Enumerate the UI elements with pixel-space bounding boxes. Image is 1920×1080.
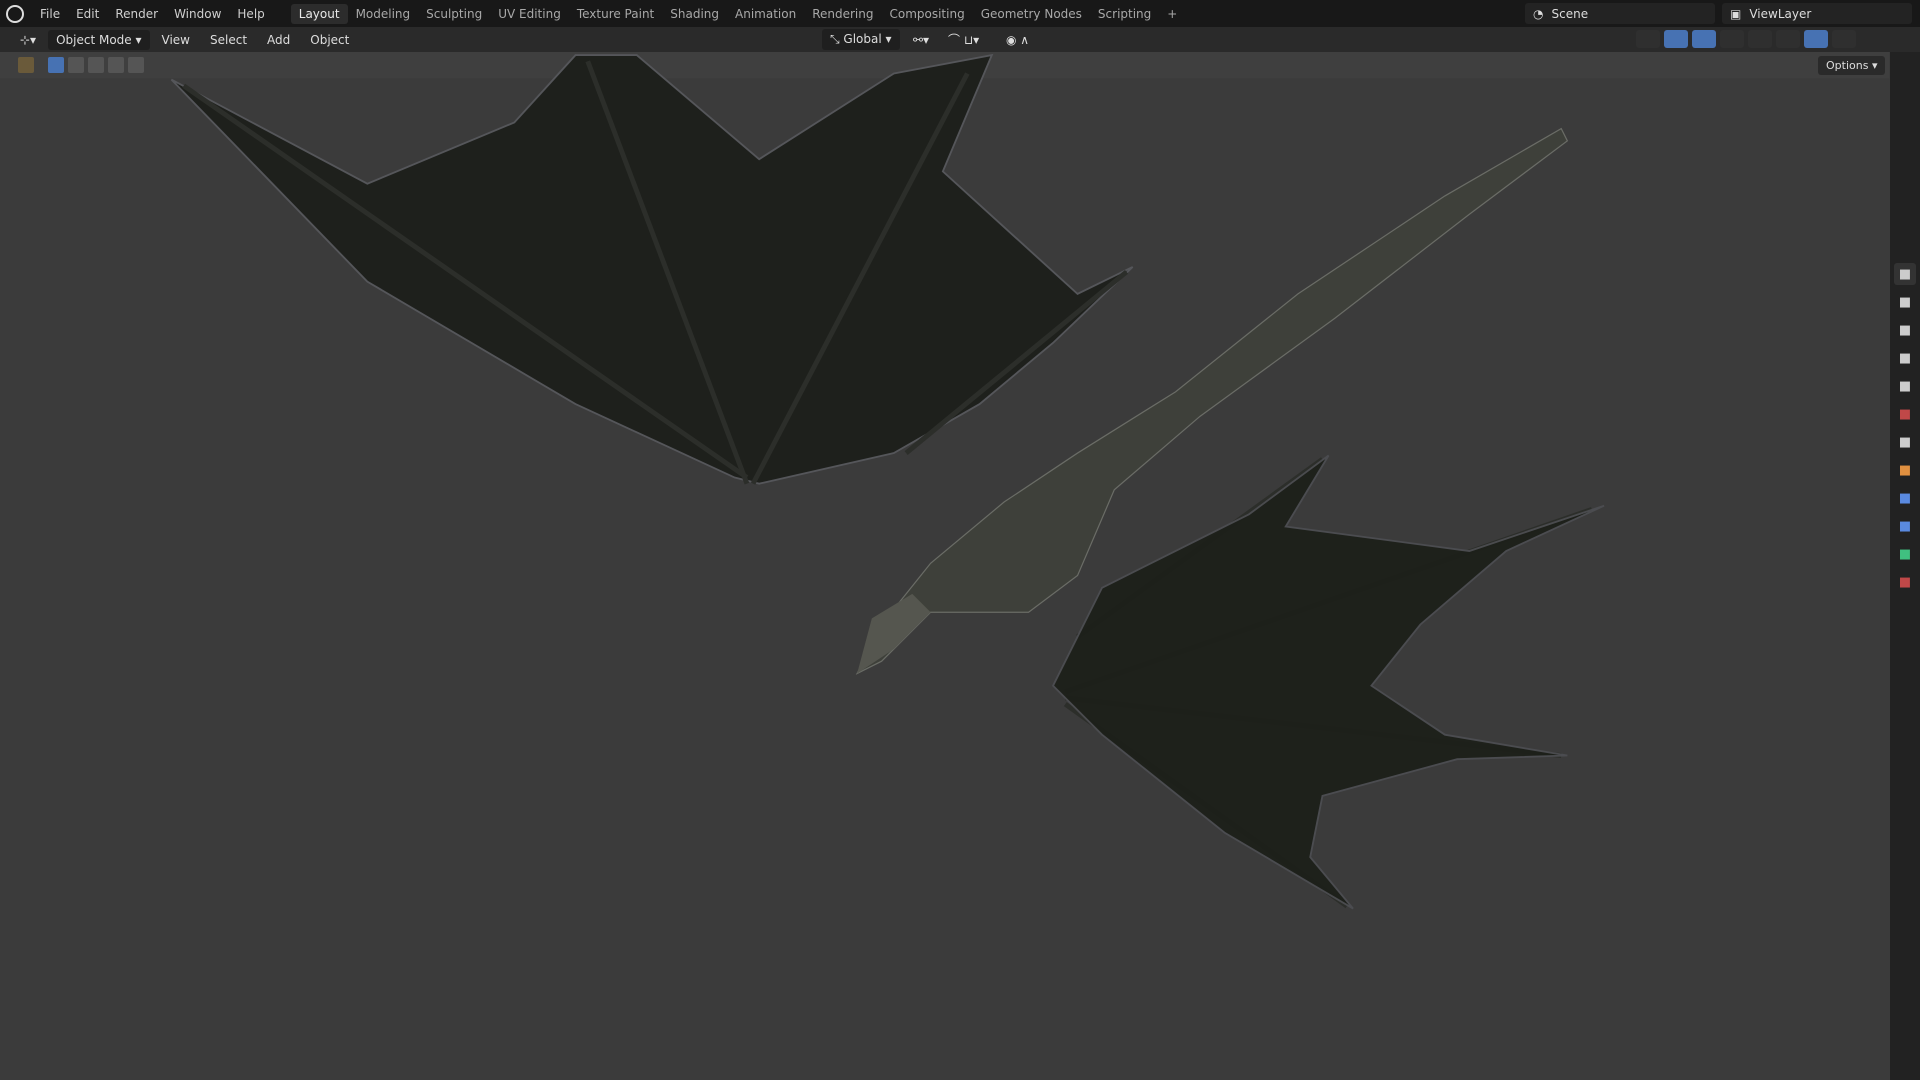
tab-sculpting[interactable]: Sculpting <box>418 4 490 24</box>
selection-mode-tools <box>18 57 144 73</box>
menu-help[interactable]: Help <box>229 4 272 24</box>
select-extend-icon[interactable] <box>68 57 84 73</box>
mode-dropdown[interactable]: Object Mode ▾ <box>48 29 150 50</box>
scene-icon: ◔ <box>1533 6 1544 21</box>
tab-scripting[interactable]: Scripting <box>1090 4 1159 24</box>
tab-geometry-nodes[interactable]: Geometry Nodes <box>973 4 1090 24</box>
material-preview-shading[interactable] <box>1804 30 1828 48</box>
tab-shading[interactable]: Shading <box>662 4 727 24</box>
add-workspace-button[interactable]: + <box>1159 4 1185 24</box>
dragon-wing-lower <box>1051 454 1605 910</box>
top-bar: File Edit Render Window Help Layout Mode… <box>0 0 1920 27</box>
tab-rendering[interactable]: Rendering <box>804 4 881 24</box>
collection-icon[interactable]: ■ <box>1894 431 1916 453</box>
object-icon[interactable]: ■ <box>1894 459 1916 481</box>
xray-toggle[interactable] <box>1720 30 1744 48</box>
dragon-head <box>857 593 931 674</box>
select-tool-icon[interactable] <box>18 57 34 73</box>
select-subtract-icon[interactable] <box>88 57 104 73</box>
viewport-shading-controls <box>1636 30 1856 48</box>
menu-file[interactable]: File <box>32 4 68 24</box>
menu-select[interactable]: Select <box>202 30 255 50</box>
mode-label: Object Mode <box>56 32 132 47</box>
dragon-model[interactable] <box>0 0 1920 1080</box>
visibility-icon[interactable] <box>1636 30 1660 48</box>
tab-modeling[interactable]: Modeling <box>348 4 419 24</box>
output-icon[interactable]: ■ <box>1894 319 1916 341</box>
tab-animation[interactable]: Animation <box>727 4 804 24</box>
pivot-icon[interactable]: ⚯▾ <box>905 30 937 50</box>
view-layer-name[interactable]: ViewLayer <box>1749 7 1811 21</box>
scene-name[interactable]: Scene <box>1551 7 1588 21</box>
menu-add[interactable]: Add <box>259 30 298 50</box>
data-icon[interactable]: ■ <box>1894 543 1916 565</box>
orientation-dropdown[interactable]: ⤡ Global ▾ <box>822 29 900 50</box>
render-icon[interactable]: ■ <box>1894 291 1916 313</box>
tab-layout[interactable]: Layout <box>290 3 348 24</box>
constraints-icon[interactable]: ■ <box>1894 515 1916 537</box>
select-invert-icon[interactable] <box>108 57 124 73</box>
menu-view[interactable]: View <box>154 30 198 50</box>
solid-shading[interactable] <box>1776 30 1800 48</box>
tab-texture-paint[interactable]: Texture Paint <box>569 4 662 24</box>
select-intersect-icon[interactable] <box>128 57 144 73</box>
options-dropdown[interactable]: Options ▾ <box>1818 56 1886 75</box>
wireframe-shading[interactable] <box>1748 30 1772 48</box>
proportional-edit-icon[interactable]: ◉ ∧ <box>998 30 1037 50</box>
snap-icon[interactable]: ⌒ ⊔▾ <box>940 28 987 51</box>
editor-type-icon[interactable]: ⊹▾ <box>12 30 44 50</box>
dragon-wing-upper <box>170 53 1134 485</box>
menu-edit[interactable]: Edit <box>68 4 107 24</box>
options-label: Options <box>1826 59 1869 72</box>
orientation-label: Global <box>843 32 882 46</box>
tab-compositing[interactable]: Compositing <box>881 4 972 24</box>
select-new-icon[interactable] <box>48 57 64 73</box>
properties-spacer <box>1890 52 1920 257</box>
properties-tabs: ■ ■ ■ ■ ■ ■ ■ ■ ■ ■ ■ ■ <box>1890 52 1920 1080</box>
outliner-header[interactable] <box>1890 27 1920 52</box>
view-layer-selector[interactable]: ▣ ViewLayer <box>1722 3 1912 24</box>
gizmo-toggle[interactable] <box>1664 30 1688 48</box>
menu-window[interactable]: Window <box>166 4 229 24</box>
tool-icon[interactable]: ■ <box>1894 263 1916 285</box>
viewport-header: ⊹▾ Object Mode ▾ View Select Add Object … <box>0 27 1890 52</box>
view-layer-icon: ▣ <box>1730 6 1742 21</box>
texture-icon[interactable]: ■ <box>1894 571 1916 593</box>
tab-uv-editing[interactable]: UV Editing <box>490 4 569 24</box>
rendered-shading[interactable] <box>1832 30 1856 48</box>
world-icon[interactable]: ■ <box>1894 403 1916 425</box>
scene-icon[interactable]: ■ <box>1894 375 1916 397</box>
scene-selector[interactable]: ◔ Scene <box>1525 3 1715 24</box>
menu-object[interactable]: Object <box>302 30 357 50</box>
view-layer-icon[interactable]: ■ <box>1894 347 1916 369</box>
blender-logo-icon[interactable] <box>6 4 24 23</box>
overlay-toggle[interactable] <box>1692 30 1716 48</box>
physics-icon[interactable]: ■ <box>1894 487 1916 509</box>
menu-render[interactable]: Render <box>107 4 166 24</box>
